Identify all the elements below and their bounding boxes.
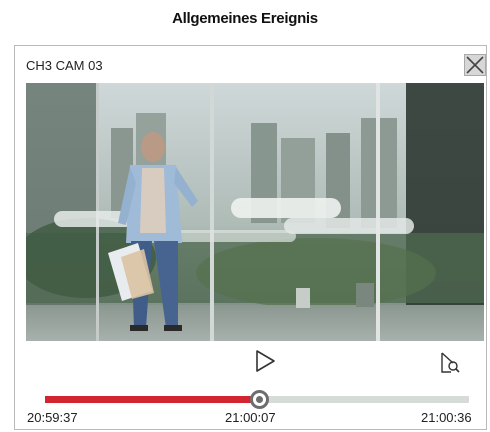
video-scene (26, 83, 484, 341)
play-icon (256, 350, 275, 372)
end-time: 21:00:36 (421, 410, 472, 425)
search-magnifier-icon (441, 352, 460, 373)
dialog-heading: Allgemeines Ereignis (172, 10, 318, 27)
search-button[interactable] (438, 351, 462, 375)
playback-timeline[interactable] (45, 390, 469, 409)
play-button[interactable] (252, 348, 278, 374)
timeline-scrubber-handle[interactable] (250, 390, 270, 409)
close-button[interactable] (464, 54, 486, 76)
current-time: 21:00:07 (225, 410, 276, 425)
event-playback-dialog: CH3 CAM 03 20:59:37 21:00:07 21:00:36 (14, 45, 487, 430)
camera-title: CH3 CAM 03 (26, 58, 103, 73)
start-time: 20:59:37 (27, 410, 78, 425)
close-icon (466, 56, 484, 74)
video-frame[interactable] (26, 83, 484, 341)
timeline-progress (45, 396, 260, 403)
